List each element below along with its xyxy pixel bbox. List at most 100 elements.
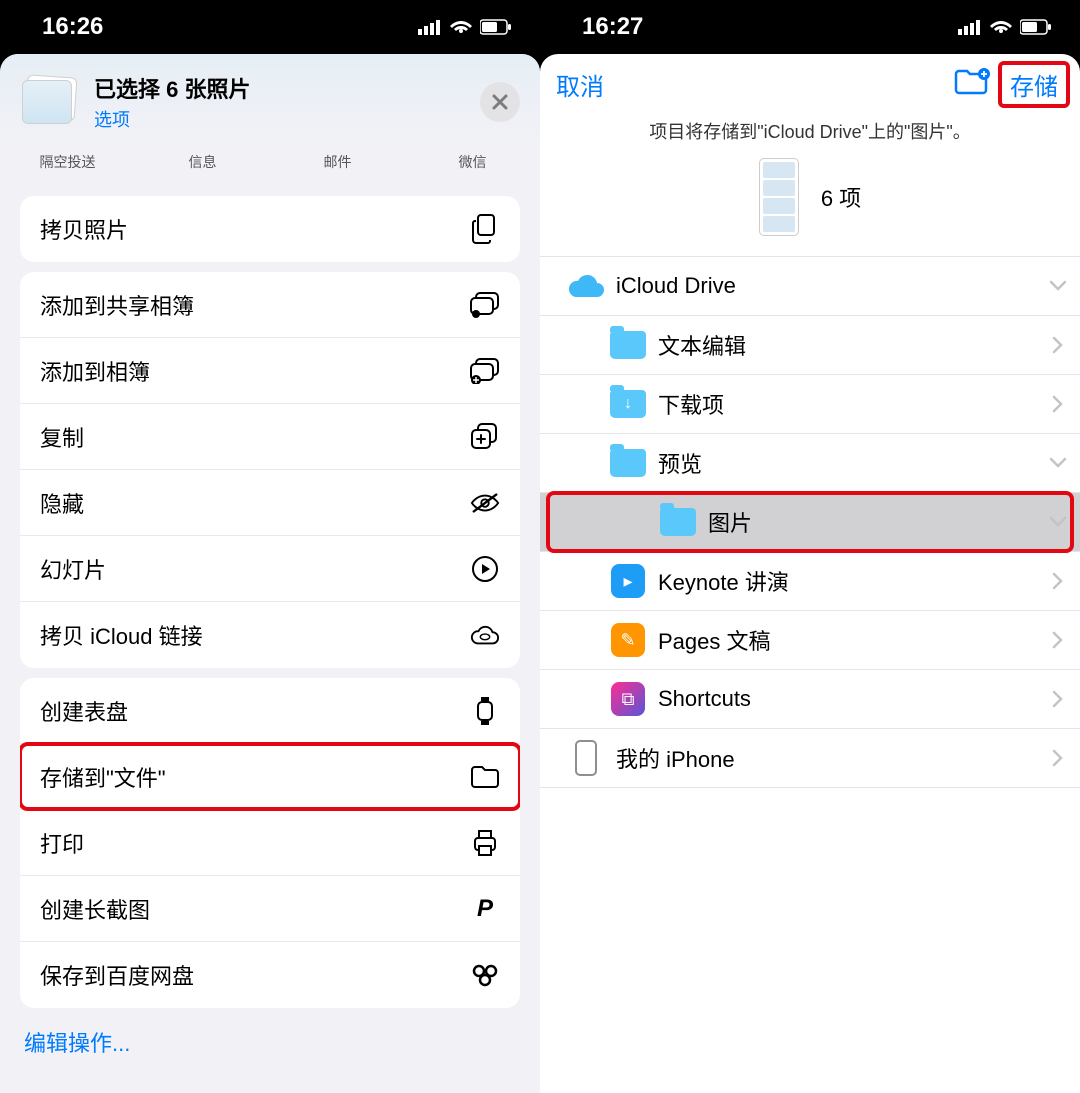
action-add-album[interactable]: 添加到相簿 [20,338,520,404]
folder-label: Keynote 讲演 [658,565,1036,597]
chevron-down-icon [1036,516,1080,528]
folder-label: Pages 文稿 [658,624,1036,656]
action-label: 拷贝 iCloud 链接 [40,619,203,651]
folder-tree: iCloud Drive文本编辑下载项预览图片▸Keynote 讲演✎Pages… [540,256,1080,788]
folder-label: 我的 iPhone [616,742,1036,774]
chevron-right-icon [1036,336,1080,354]
action-group-2: 添加到共享相簿 添加到相簿 复制 隐藏 幻灯片 拷贝 iCloud 链接 [20,272,520,668]
duplicate-icon [470,422,500,452]
share-apps-row: 隔空投送 信息 邮件 微信 [0,146,540,186]
left-phone: 16:26 已选择 6 张照片 选项 隔空投送 信息 邮件 微信 拷贝照片 [0,0,540,1093]
folder-icon [470,762,500,792]
photo-thumbnails [20,76,80,128]
action-label: 存储到"文件" [40,761,166,793]
chevron-right-icon [1036,572,1080,590]
file-thumbnail [759,158,799,236]
folder-row-下载项[interactable]: 下载项 [540,375,1080,434]
action-slideshow[interactable]: 幻灯片 [20,536,520,602]
share-title: 已选择 6 张照片 [94,72,466,104]
app-airdrop[interactable]: 隔空投送 [0,152,135,172]
action-print[interactable]: 打印 [20,810,520,876]
folder-label: 图片 [708,506,1036,538]
folder-row-预览[interactable]: 预览 [540,434,1080,493]
action-create-watchface[interactable]: 创建表盘 [20,678,520,744]
clock: 16:26 [42,13,103,41]
folder-row-图片[interactable]: 图片 [540,493,1080,552]
action-copy-icloud-link[interactable]: 拷贝 iCloud 链接 [20,602,520,668]
battery-icon [480,19,512,35]
cellular-icon [418,19,442,35]
action-save-to-files[interactable]: 存储到"文件" [20,744,520,810]
close-icon [491,93,509,111]
status-icons [418,19,512,35]
action-add-shared-album[interactable]: 添加到共享相簿 [20,272,520,338]
folder-row-pages-文稿[interactable]: ✎Pages 文稿 [540,611,1080,670]
icloud-icon [556,272,616,300]
iphone-icon [556,740,616,776]
watch-icon [470,696,500,726]
action-label: 复制 [40,421,84,453]
share-options-link[interactable]: 选项 [94,106,466,132]
folder-row-shortcuts[interactable]: ⧉Shortcuts [540,670,1080,729]
action-label: 隐藏 [40,487,84,519]
cellular-icon [958,19,982,35]
wifi-icon [450,19,472,35]
pages-icon: ✎ [598,623,658,657]
files-navbar: 取消 存储 [540,54,1080,114]
shared-album-icon [470,290,500,320]
app-messages[interactable]: 信息 [135,152,270,172]
cancel-button[interactable]: 取消 [556,67,604,102]
new-folder-button[interactable] [954,68,990,101]
item-count: 6 项 [821,181,861,213]
status-bar: 16:26 [0,0,540,54]
p-icon: P [470,894,500,924]
chevron-down-icon [1036,280,1080,292]
action-label: 幻灯片 [40,553,106,585]
shortcuts-icon: ⧉ [598,682,658,716]
chevron-right-icon [1036,395,1080,413]
save-button[interactable]: 存储 [1004,65,1064,104]
action-duplicate[interactable]: 复制 [20,404,520,470]
folder-label: iCloud Drive [616,273,1036,299]
action-label: 创建表盘 [40,695,128,727]
folder-row-keynote-讲演[interactable]: ▸Keynote 讲演 [540,552,1080,611]
folder-icon [648,508,708,536]
edit-actions-link[interactable]: 编辑操作... [0,1008,540,1076]
action-group-3: 创建表盘 存储到"文件" 打印 创建长截图 P 保存到百度网盘 [20,678,520,1008]
right-phone: 16:27 取消 存储 项目将存储到"iCloud Drive"上的"图片"。 … [540,0,1080,1093]
preview-row: 6 项 [540,158,1080,256]
battery-icon [1020,19,1052,35]
chevron-right-icon [1036,631,1080,649]
status-icons [958,19,1052,35]
folder-row-我的-iphone[interactable]: 我的 iPhone [540,729,1080,788]
app-mail[interactable]: 邮件 [270,152,405,172]
folder-icon [598,331,658,359]
action-hide[interactable]: 隐藏 [20,470,520,536]
share-header: 已选择 6 张照片 选项 [0,54,540,146]
clock: 16:27 [582,13,643,41]
chevron-right-icon [1036,690,1080,708]
action-label: 添加到相簿 [40,355,150,387]
folder-row-icloud-drive[interactable]: iCloud Drive [540,257,1080,316]
action-label: 打印 [40,827,84,859]
action-save-baidu[interactable]: 保存到百度网盘 [20,942,520,1008]
add-album-icon [470,356,500,386]
files-save-sheet: 取消 存储 项目将存储到"iCloud Drive"上的"图片"。 6 项 iC… [540,54,1080,1093]
destination-text: 项目将存储到"iCloud Drive"上的"图片"。 [540,114,1080,158]
folder-row-文本编辑[interactable]: 文本编辑 [540,316,1080,375]
play-icon [470,554,500,584]
folder-label: Shortcuts [658,686,1036,712]
action-long-screenshot[interactable]: 创建长截图 P [20,876,520,942]
copy-doc-icon [470,214,500,244]
share-sheet: 已选择 6 张照片 选项 隔空投送 信息 邮件 微信 拷贝照片 添加到共享相簿 [0,54,540,1093]
status-bar: 16:27 [540,0,1080,54]
action-copy-photos[interactable]: 拷贝照片 [20,196,520,262]
action-group-1: 拷贝照片 [20,196,520,262]
close-button[interactable] [480,82,520,122]
folder-icon [598,449,658,477]
app-wechat[interactable]: 微信 [405,152,540,172]
keynote-icon: ▸ [598,564,658,598]
cloud-link-icon [470,620,500,650]
action-label: 创建长截图 [40,893,150,925]
hide-eye-icon [470,488,500,518]
